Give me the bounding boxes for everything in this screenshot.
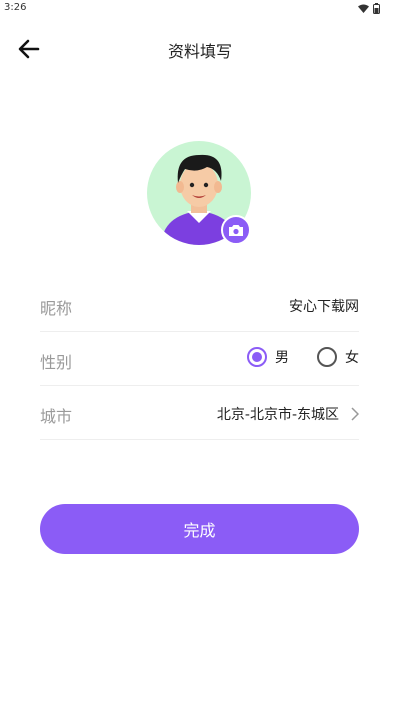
gender-option-female[interactable]: 女 bbox=[317, 347, 359, 367]
battery-icon bbox=[373, 3, 380, 14]
submit-button[interactable]: 完成 bbox=[40, 504, 359, 554]
gender-option-male-label: 男 bbox=[275, 350, 289, 366]
nickname-row[interactable]: 昵称 安心下载网 bbox=[40, 278, 359, 332]
city-label: 城市 bbox=[40, 407, 73, 426]
gender-label: 性别 bbox=[40, 353, 73, 372]
radio-unselected-icon[interactable] bbox=[317, 347, 337, 367]
wifi-icon bbox=[358, 4, 369, 13]
camera-button[interactable] bbox=[221, 215, 251, 245]
gender-option-female-label: 女 bbox=[345, 350, 359, 366]
city-value: 北京-北京市-东城区 bbox=[216, 407, 339, 423]
gender-radio-group: 男 女 bbox=[247, 347, 359, 367]
profile-form: 昵称 安心下载网 性别 男 女 城市 北京-北京市-东城区 bbox=[40, 278, 359, 440]
status-bar: 3:26 bbox=[0, 0, 400, 18]
status-time: 3:26 bbox=[4, 2, 27, 13]
nickname-value[interactable]: 安心下载网 bbox=[289, 296, 359, 316]
page-title: 资料填写 bbox=[167, 42, 232, 61]
header: 资料填写 bbox=[0, 24, 400, 72]
system-icons bbox=[358, 3, 380, 14]
gender-option-male[interactable]: 男 bbox=[247, 347, 289, 367]
chevron-right-icon bbox=[351, 407, 359, 421]
gender-row: 性别 男 女 bbox=[40, 332, 359, 386]
city-picker[interactable]: 北京-北京市-东城区 bbox=[217, 404, 359, 424]
city-row[interactable]: 城市 北京-北京市-东城区 bbox=[40, 386, 359, 440]
nickname-label: 昵称 bbox=[40, 299, 73, 318]
radio-selected-icon[interactable] bbox=[247, 347, 267, 367]
camera-icon bbox=[229, 225, 243, 236]
avatar-section[interactable] bbox=[147, 141, 253, 247]
